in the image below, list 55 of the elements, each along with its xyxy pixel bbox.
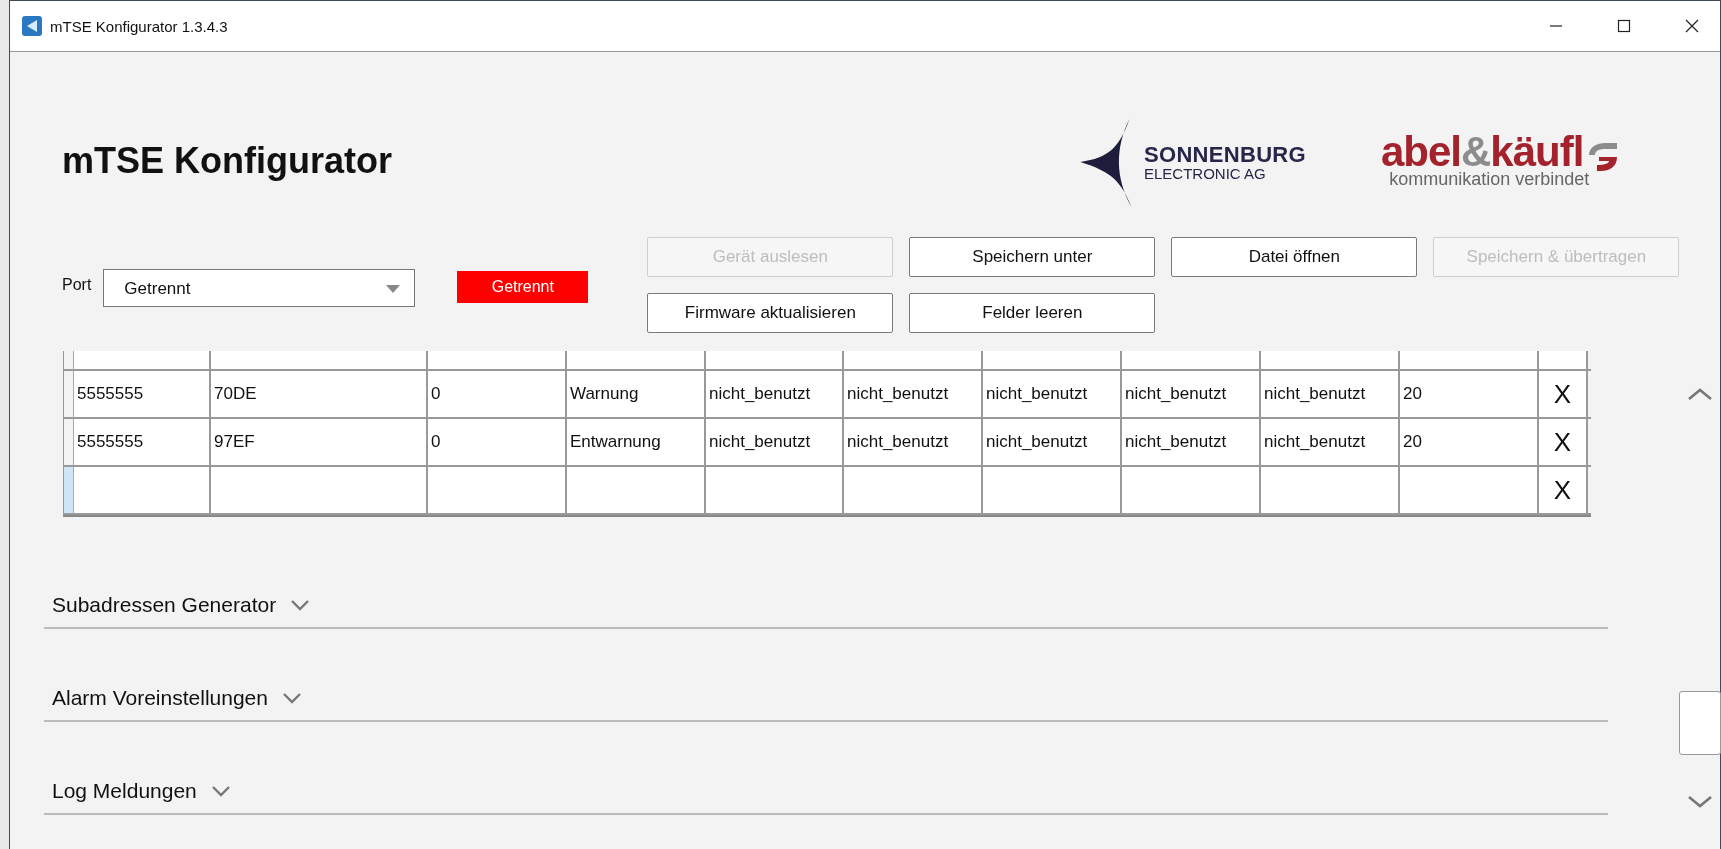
table-cell[interactable]: 97EF [211,419,428,465]
action-button[interactable]: Firmware aktualisieren [647,293,894,333]
table-cell[interactable] [706,467,844,513]
row-header[interactable] [64,467,74,513]
table-cell[interactable] [1400,467,1539,513]
action-button[interactable]: Datei öffnen [1171,237,1418,277]
scroll-thumb[interactable] [1679,691,1721,755]
abel-kaeufl-logo: abel&käufl kommunikation verbindet [1380,117,1620,190]
table-cell[interactable]: nicht_benutzt [844,419,983,465]
table-cell[interactable]: nicht_benutzt [1261,419,1400,465]
table-cell[interactable]: 70DE [211,371,428,417]
window-title: mTSE Konfigurator 1.3.4.3 [50,17,228,35]
dropdown-caret-icon [384,284,403,294]
port-dropdown[interactable]: Getrennt [103,269,416,307]
delete-row-button[interactable]: X [1539,467,1588,513]
delete-row-button[interactable]: X [1539,419,1588,465]
table-cell[interactable]: 0 [428,371,567,417]
table-cell[interactable]: 0 [428,419,567,465]
app-heading: mTSE Konfigurator [62,140,392,182]
maximize-icon[interactable] [1616,18,1632,34]
table-cell[interactable] [567,467,706,513]
table-cell[interactable] [1261,467,1400,513]
close-icon[interactable] [1684,18,1700,34]
table-cell[interactable]: 5555555 [74,419,211,465]
table-cell[interactable] [74,467,211,513]
table-cell[interactable]: nicht_benutzt [983,419,1122,465]
expander-header[interactable]: Alarm Voreinstellungen [44,686,302,720]
table-cell[interactable] [211,467,428,513]
table-cell[interactable]: 20 [1400,419,1539,465]
table-cell[interactable]: nicht_benutzt [1261,371,1400,417]
table-cell[interactable]: 20 [1400,371,1539,417]
table-cell[interactable]: Warnung [567,371,706,417]
app-icon [22,16,42,36]
table-cell[interactable]: nicht_benutzt [844,371,983,417]
table-cell[interactable]: nicht_benutzt [706,419,844,465]
table-cell[interactable] [844,467,983,513]
table-cell[interactable]: nicht_benutzt [1122,419,1261,465]
delete-row-button[interactable]: X [1539,371,1588,417]
table-cell[interactable]: nicht_benutzt [1122,371,1261,417]
table-cell[interactable]: nicht_benutzt [706,371,844,417]
table-cell[interactable]: nicht_benutzt [983,371,1122,417]
port-label: Port [62,276,92,294]
expander-header[interactable]: Log Meldungen [44,779,231,813]
scroll-up-icon[interactable] [1687,387,1714,401]
table-cell[interactable]: Entwarnung [567,419,706,465]
expander-header[interactable]: Subadressen Generator [44,593,311,627]
sonnenburg-logo: SONNENBURG ELECTRONIC AG [1078,117,1306,209]
scroll-down-icon[interactable] [1687,795,1714,809]
table-cell[interactable] [428,467,567,513]
table-cell[interactable] [983,467,1122,513]
connection-status: Getrennt [457,271,589,303]
action-button[interactable]: Felder leeren [909,293,1156,333]
table-cell[interactable] [1122,467,1261,513]
action-button[interactable]: Speichern unter [909,237,1156,277]
table-cell[interactable]: 5555555 [74,371,211,417]
